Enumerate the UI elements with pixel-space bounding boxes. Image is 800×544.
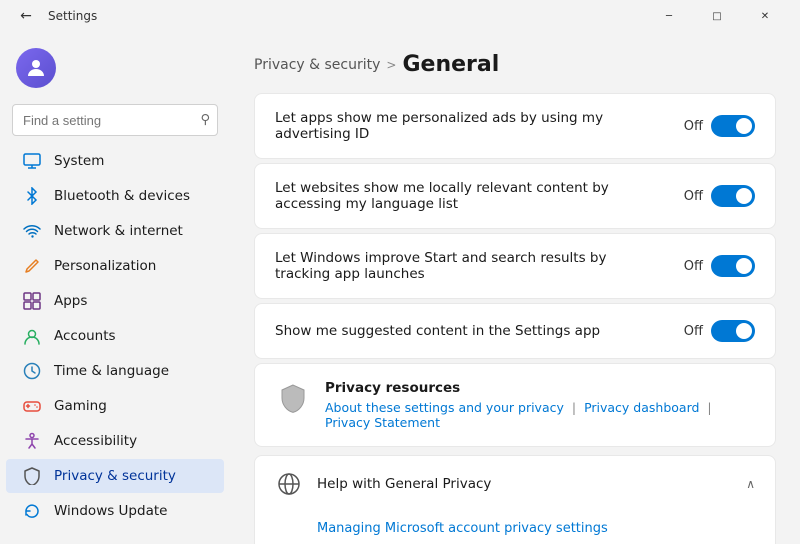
gaming-icon [22, 396, 42, 416]
sidebar-label-personalization: Personalization [54, 258, 208, 274]
setting-text-tracking: Let Windows improve Start and search res… [275, 250, 684, 282]
settings-cards: Let apps show me personalized ads by usi… [254, 93, 776, 359]
toggle-tracking[interactable] [711, 255, 755, 277]
window-controls: ─ □ ✕ [646, 0, 788, 32]
close-button[interactable]: ✕ [742, 0, 788, 32]
sidebar-nav: System Bluetooth & devices Network & int… [0, 144, 230, 528]
sidebar-label-bluetooth: Bluetooth & devices [54, 188, 208, 204]
search-box: ⚲ [12, 104, 218, 136]
toggle-ads[interactable] [711, 115, 755, 137]
back-button[interactable]: ← [12, 2, 40, 30]
setting-card-language: Let websites show me locally relevant co… [254, 163, 776, 229]
toggle-label-ads: Off [684, 119, 703, 134]
help-header[interactable]: Help with General Privacy ∧ [255, 456, 775, 512]
sidebar-label-gaming: Gaming [54, 398, 208, 414]
toggle-label-suggested: Off [684, 324, 703, 339]
toggle-suggested[interactable] [711, 320, 755, 342]
sidebar-item-time[interactable]: Time & language [6, 354, 224, 388]
sidebar-item-privacy[interactable]: Privacy & security [6, 459, 224, 493]
maximize-button[interactable]: □ [694, 0, 740, 32]
shield-icon [275, 380, 311, 416]
network-icon [22, 221, 42, 241]
sidebar-item-accounts[interactable]: Accounts [6, 319, 224, 353]
app-title: Settings [48, 9, 97, 23]
toggle-area-language: Off [684, 185, 755, 207]
sidebar-label-network: Network & internet [54, 223, 208, 239]
back-icon: ← [20, 8, 32, 24]
sidebar-item-system[interactable]: System [6, 144, 224, 178]
search-input[interactable] [12, 104, 218, 136]
privacy-link-0[interactable]: About these settings and your privacy [325, 400, 564, 415]
privacy-link-1[interactable]: Privacy dashboard [584, 400, 699, 415]
breadcrumb-parent: Privacy & security [254, 57, 380, 73]
toggle-area-ads: Off [684, 115, 755, 137]
privacy-resources-content: Privacy resources About these settings a… [325, 380, 755, 430]
privacy-icon [22, 466, 42, 486]
main-content: Privacy & security > General Let apps sh… [230, 32, 800, 544]
help-link-0[interactable]: Managing Microsoft account privacy setti… [317, 516, 755, 541]
sidebar-item-apps[interactable]: Apps [6, 284, 224, 318]
search-icon: ⚲ [200, 113, 210, 128]
privacy-resources-title: Privacy resources [325, 380, 755, 396]
bluetooth-icon [22, 186, 42, 206]
system-icon [22, 151, 42, 171]
help-section: Help with General Privacy ∧ Managing Mic… [254, 455, 776, 544]
setting-card-ads: Let apps show me personalized ads by usi… [254, 93, 776, 159]
toggle-label-language: Off [684, 189, 703, 204]
setting-card-tracking: Let Windows improve Start and search res… [254, 233, 776, 299]
sidebar-label-update: Windows Update [54, 503, 208, 519]
sidebar-label-time: Time & language [54, 363, 208, 379]
profile-section [0, 40, 230, 104]
personalization-icon [22, 256, 42, 276]
setting-card-suggested: Show me suggested content in the Setting… [254, 303, 776, 359]
breadcrumb-current: General [402, 52, 499, 77]
sidebar: ⚲ System Bluetooth & devices Network & i… [0, 32, 230, 544]
accounts-icon [22, 326, 42, 346]
sidebar-label-accounts: Accounts [54, 328, 208, 344]
privacy-link-separator: | [703, 400, 711, 415]
sidebar-item-network[interactable]: Network & internet [6, 214, 224, 248]
help-chevron-icon: ∧ [746, 477, 755, 491]
sidebar-item-personalization[interactable]: Personalization [6, 249, 224, 283]
update-icon [22, 501, 42, 521]
sidebar-label-accessibility: Accessibility [54, 433, 208, 449]
breadcrumb-chevron: > [386, 58, 396, 72]
minimize-button[interactable]: ─ [646, 0, 692, 32]
titlebar: ← Settings ─ □ ✕ [0, 0, 800, 32]
toggle-area-suggested: Off [684, 320, 755, 342]
help-header-left: Help with General Privacy [275, 470, 491, 498]
toggle-label-tracking: Off [684, 259, 703, 274]
privacy-resources-card: Privacy resources About these settings a… [254, 363, 776, 447]
sidebar-label-privacy: Privacy & security [54, 468, 208, 484]
setting-text-ads: Let apps show me personalized ads by usi… [275, 110, 684, 142]
privacy-link-2[interactable]: Privacy Statement [325, 415, 440, 430]
breadcrumb: Privacy & security > General [254, 52, 776, 77]
avatar[interactable] [16, 48, 56, 88]
sidebar-item-bluetooth[interactable]: Bluetooth & devices [6, 179, 224, 213]
sidebar-label-apps: Apps [54, 293, 208, 309]
sidebar-label-system: System [54, 153, 208, 169]
privacy-link-separator: | [568, 400, 580, 415]
app-body: ⚲ System Bluetooth & devices Network & i… [0, 32, 800, 544]
sidebar-item-accessibility[interactable]: Accessibility [6, 424, 224, 458]
privacy-links: About these settings and your privacy | … [325, 400, 755, 430]
setting-text-suggested: Show me suggested content in the Setting… [275, 323, 684, 339]
globe-icon [275, 470, 303, 498]
toggle-area-tracking: Off [684, 255, 755, 277]
apps-icon [22, 291, 42, 311]
accessibility-icon [22, 431, 42, 451]
sidebar-item-update[interactable]: Windows Update [6, 494, 224, 528]
help-body: Managing Microsoft account privacy setti… [255, 512, 775, 544]
time-icon [22, 361, 42, 381]
sidebar-item-gaming[interactable]: Gaming [6, 389, 224, 423]
help-title: Help with General Privacy [317, 476, 491, 492]
setting-text-language: Let websites show me locally relevant co… [275, 180, 684, 212]
toggle-language[interactable] [711, 185, 755, 207]
